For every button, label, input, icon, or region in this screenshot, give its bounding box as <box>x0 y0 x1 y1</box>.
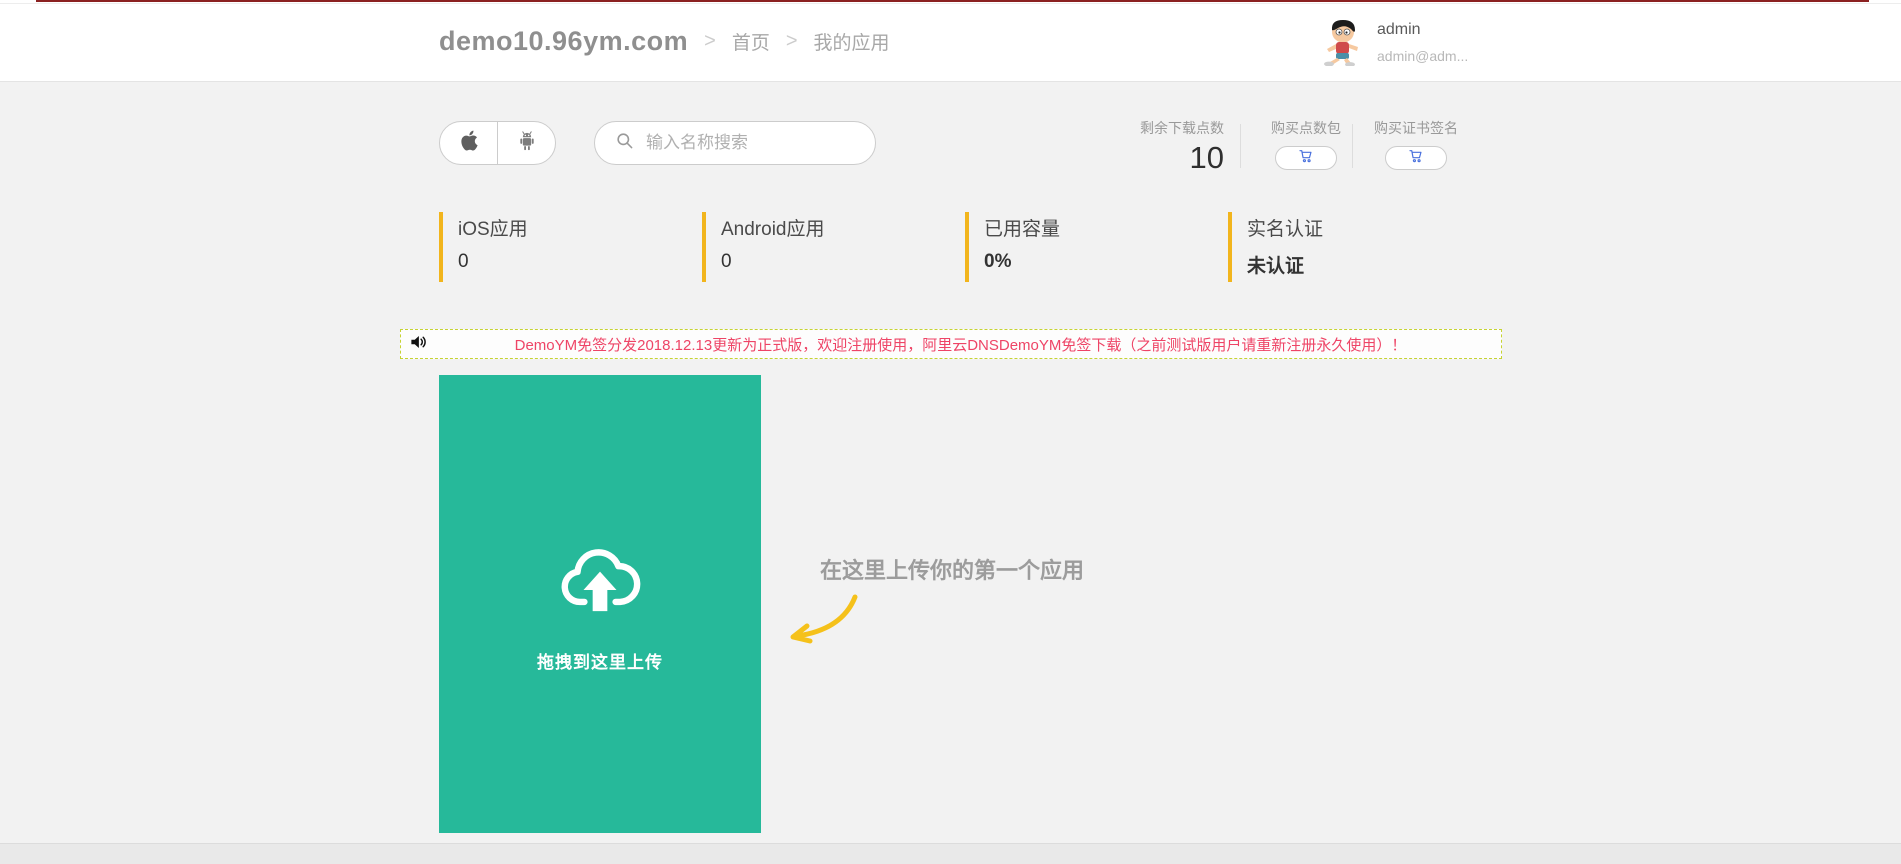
stats-row: iOS应用 0 Android应用 0 已用容量 0% 实名认证 未认证 <box>439 212 1491 282</box>
footer-bar <box>0 843 1901 864</box>
stat-android-apps: Android应用 0 <box>702 212 965 282</box>
search-box <box>594 121 876 165</box>
breadcrumb-current: 我的应用 <box>813 32 890 54</box>
search-icon <box>615 131 634 155</box>
stat-value: 0 <box>721 251 732 272</box>
stat-label: Android应用 <box>721 219 825 240</box>
buy-cert-label: 购买证书签名 <box>1374 120 1458 136</box>
header-top-hairline <box>0 3 1901 4</box>
stat-ios-apps: iOS应用 0 <box>439 212 702 282</box>
remaining-points-label: 剩余下载点数 <box>1140 120 1224 136</box>
buy-points-block: 购买点数包 <box>1256 118 1356 170</box>
breadcrumb: demo10.96ym.com > 首页 > 我的应用 <box>439 0 890 82</box>
cart-icon <box>1298 148 1314 169</box>
user-menu[interactable]: admin admin@adm... <box>1318 18 1468 67</box>
header: demo10.96ym.com > 首页 > 我的应用 admin admin@… <box>0 0 1901 82</box>
stat-value: 0% <box>984 251 1012 272</box>
remaining-points-value: 10 <box>1189 140 1224 175</box>
breadcrumb-home-link[interactable]: 首页 <box>732 28 770 55</box>
upload-dropzone[interactable]: 拖拽到这里上传 <box>439 375 761 833</box>
android-icon <box>517 130 537 157</box>
user-name: admin <box>1377 21 1421 38</box>
upload-hint-text: 在这里上传你的第一个应用 <box>820 558 1085 583</box>
breadcrumb-separator-icon: > <box>785 29 798 52</box>
stat-label: 已用容量 <box>984 219 1061 240</box>
search-input[interactable] <box>646 133 856 153</box>
buy-cert-button[interactable] <box>1385 146 1447 170</box>
buy-points-label: 购买点数包 <box>1271 120 1341 136</box>
breadcrumb-separator-icon: > <box>704 29 716 52</box>
cart-icon <box>1408 148 1424 169</box>
site-title: demo10.96ym.com <box>439 25 689 56</box>
upload-cloud-icon <box>439 543 761 620</box>
toolbar-divider <box>1352 124 1353 168</box>
top-progress-bar <box>36 0 1869 2</box>
stat-value: 未认证 <box>1247 256 1305 277</box>
curved-arrow-icon <box>783 592 861 649</box>
announcement-bar: DemoYM免签分发2018.12.13更新为正式版，欢迎注册使用，阿里云DNS… <box>400 329 1502 359</box>
filter-ios-button[interactable] <box>440 122 498 164</box>
stat-identity-verification: 实名认证 未认证 <box>1228 212 1491 282</box>
remaining-points: 剩余下载点数 10 <box>1094 118 1224 175</box>
filter-android-button[interactable] <box>498 122 555 164</box>
speaker-icon <box>409 333 428 356</box>
apple-icon <box>459 129 479 157</box>
stat-label: iOS应用 <box>458 219 528 240</box>
user-meta: admin admin@adm... <box>1377 18 1468 66</box>
buy-points-button[interactable] <box>1275 146 1337 170</box>
avatar[interactable] <box>1318 18 1364 67</box>
stat-label: 实名认证 <box>1247 219 1324 240</box>
dropzone-label: 拖拽到这里上传 <box>537 653 663 672</box>
stat-storage-used: 已用容量 0% <box>965 212 1228 282</box>
stat-value: 0 <box>458 251 469 272</box>
announcement-text: DemoYM免签分发2018.12.13更新为正式版，欢迎注册使用，阿里云DNS… <box>514 336 1407 354</box>
buy-cert-block: 购买证书签名 <box>1366 118 1466 170</box>
toolbar-divider <box>1240 124 1241 168</box>
user-email: admin@adm... <box>1377 48 1469 64</box>
platform-filter <box>439 121 556 165</box>
